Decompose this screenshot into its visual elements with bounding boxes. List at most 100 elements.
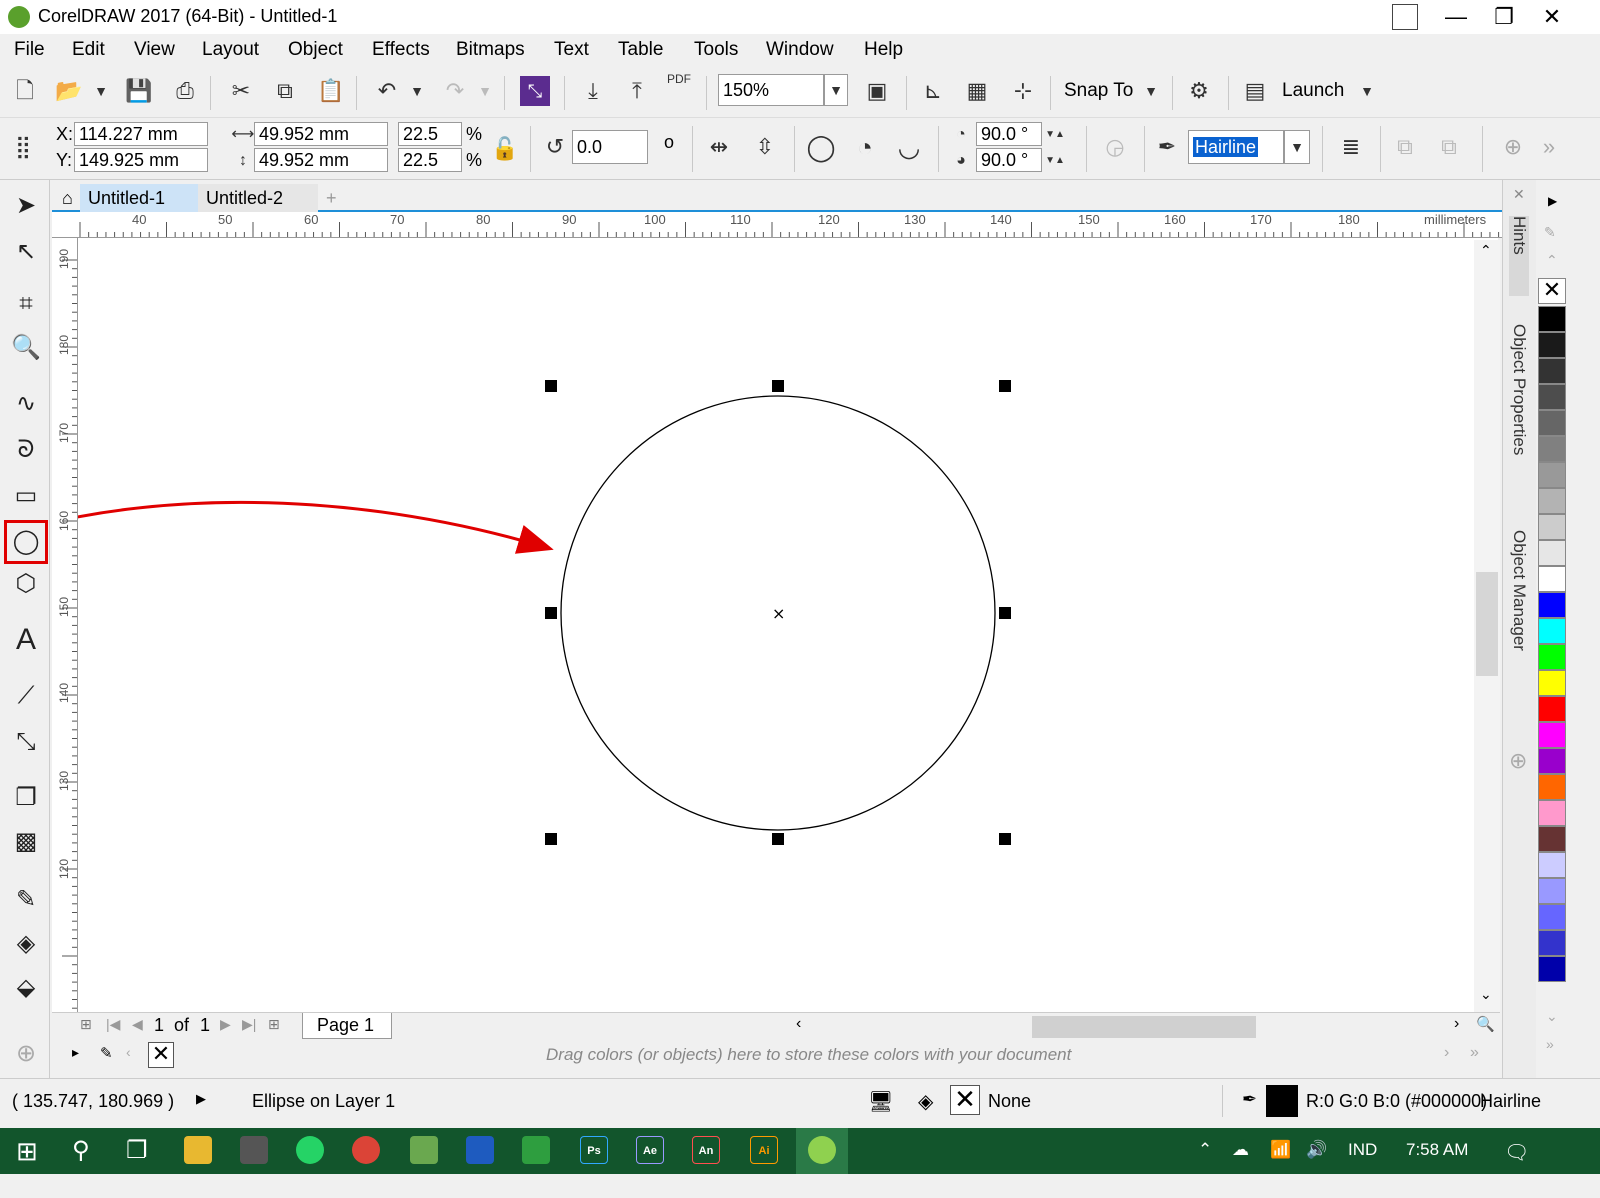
palette-scroll-left-icon[interactable]: ‹	[126, 1044, 131, 1060]
coreldraw-taskbar-icon[interactable]	[410, 1136, 438, 1164]
photoshop-icon[interactable]: Ps	[580, 1136, 608, 1164]
outline-color-swatch[interactable]	[1266, 1085, 1298, 1117]
color-swatch[interactable]	[1538, 826, 1566, 852]
volume-icon[interactable]: 🔊	[1306, 1140, 1327, 1160]
tab-untitled-2[interactable]: Untitled-2	[198, 184, 318, 212]
width-field[interactable]: 49.952 mm	[254, 122, 388, 146]
status-expand-icon[interactable]: ▶	[196, 1091, 206, 1107]
scale-height-field[interactable]: 22.5	[398, 148, 462, 172]
save-icon[interactable]: 💾	[124, 76, 154, 106]
scrollbar-thumb[interactable]	[1476, 572, 1498, 676]
more-chevron-icon[interactable]: »	[1534, 132, 1564, 162]
menu-text[interactable]: Text	[554, 39, 589, 61]
launch-app-icon[interactable]: ▤	[1240, 76, 1270, 106]
horizontal-scrollbar-thumb[interactable]	[1032, 1016, 1256, 1038]
selection-handle[interactable]	[999, 607, 1011, 619]
restore-button[interactable]: ❐	[1480, 2, 1528, 32]
mirror-vertical-icon[interactable]: ⇳	[750, 132, 780, 162]
menu-file[interactable]: File	[14, 39, 45, 61]
artistic-media-tool-icon[interactable]: ᘐ	[8, 432, 44, 468]
selection-handle[interactable]	[772, 380, 784, 392]
palette-scroll-right-icon[interactable]: ›	[1444, 1044, 1449, 1062]
color-swatch[interactable]	[1538, 332, 1566, 358]
snap-to-dropdown[interactable]: Snap To	[1064, 80, 1133, 102]
publish-pdf-icon[interactable]: PDF	[664, 72, 694, 102]
add-icon[interactable]: ⊕	[1498, 132, 1528, 162]
color-swatch[interactable]	[1538, 852, 1566, 878]
palette-eyedropper-icon[interactable]: ✎	[1544, 224, 1556, 241]
last-page-icon[interactable]: ▶|	[242, 1016, 256, 1033]
freehand-tool-icon[interactable]: ∿	[8, 386, 44, 422]
docker-tab-hints[interactable]: Hints	[1509, 216, 1529, 296]
menu-effects[interactable]: Effects	[372, 39, 430, 61]
menu-tools[interactable]: Tools	[694, 39, 738, 61]
no-fill-swatch[interactable]: ✕	[1538, 278, 1566, 304]
tray-overflow-icon[interactable]: ⌃	[1198, 1140, 1212, 1160]
color-swatch[interactable]	[1538, 696, 1566, 722]
scroll-down-icon[interactable]: ⌄	[1480, 986, 1492, 1003]
color-swatch[interactable]	[1538, 904, 1566, 930]
color-swatch[interactable]	[1538, 592, 1566, 618]
options-gear-icon[interactable]: ⚙	[1184, 76, 1214, 106]
language-indicator[interactable]: IND	[1348, 1140, 1377, 1160]
vertical-scrollbar[interactable]: ⌃ ⌄	[1474, 240, 1500, 1012]
tab-untitled-1[interactable]: Untitled-1	[80, 184, 200, 212]
text-tool-icon[interactable]: A	[8, 622, 44, 658]
clock[interactable]: 7:58 AM	[1406, 1140, 1468, 1160]
new-tab-icon[interactable]: +	[318, 184, 345, 212]
palette-scroll-up-icon[interactable]: ⌃	[1546, 252, 1558, 269]
menu-object[interactable]: Object	[288, 39, 343, 61]
task-view-icon[interactable]: ❐	[126, 1136, 148, 1165]
connector-tool-icon[interactable]: ⤡	[8, 724, 44, 760]
launch-dropdown[interactable]: Launch	[1282, 80, 1344, 102]
palette-scroll-down-icon[interactable]: ⌄	[1546, 1008, 1558, 1025]
y-position-field[interactable]: 149.925 mm	[74, 148, 208, 172]
docker-tab-object-manager[interactable]: Object Manager	[1509, 530, 1529, 710]
after-effects-icon[interactable]: Ae	[636, 1136, 664, 1164]
x-position-field[interactable]: 114.227 mm	[74, 122, 208, 146]
add-page-after-icon[interactable]: ⊞	[268, 1016, 280, 1033]
selection-handle[interactable]	[545, 607, 557, 619]
full-screen-preview-icon[interactable]: ▣	[862, 76, 892, 106]
eyedropper-tool-icon[interactable]: ✎	[8, 882, 44, 918]
drawing-canvas[interactable]: ×	[78, 238, 1498, 1012]
transparency-tool-icon[interactable]: ▩	[8, 824, 44, 860]
docker-close-icon[interactable]: ✕	[1513, 186, 1525, 203]
undo-icon[interactable]: ↶	[372, 76, 402, 106]
color-swatch[interactable]	[1538, 306, 1566, 332]
animate-icon[interactable]: An	[692, 1136, 720, 1164]
menu-help[interactable]: Help	[864, 39, 903, 61]
color-swatch[interactable]	[1538, 670, 1566, 696]
whatsapp-icon[interactable]	[296, 1136, 324, 1164]
palette-expand-icon[interactable]: »	[1470, 1044, 1479, 1062]
docker-tab-object-properties[interactable]: Object Properties	[1509, 324, 1529, 504]
outline-width-field[interactable]: Hairline	[1188, 130, 1284, 164]
store-icon[interactable]	[240, 1136, 268, 1164]
close-button[interactable]: ✕	[1528, 2, 1576, 32]
new-document-icon[interactable]: 🗋	[10, 76, 40, 106]
color-swatch[interactable]	[1538, 462, 1566, 488]
polygon-tool-icon[interactable]: ⬡	[8, 566, 44, 602]
scroll-up-icon[interactable]: ⌃	[1480, 242, 1492, 259]
crop-tool-icon[interactable]: ⌗	[8, 286, 44, 322]
first-page-icon[interactable]: |◀	[106, 1016, 120, 1033]
rotation-angle-field[interactable]: 0.0	[572, 130, 648, 164]
search-icon[interactable]: ⚲	[72, 1136, 90, 1165]
selection-handle[interactable]	[545, 380, 557, 392]
color-swatch[interactable]	[1538, 358, 1566, 384]
menu-edit[interactable]: Edit	[72, 39, 105, 61]
home-icon[interactable]: ⌂	[54, 184, 82, 212]
color-swatch[interactable]	[1538, 488, 1566, 514]
print-icon[interactable]: ⎙	[170, 76, 200, 106]
notifications-icon[interactable]: 🗨	[1504, 1140, 1529, 1165]
color-swatch[interactable]	[1538, 722, 1566, 748]
show-guidelines-icon[interactable]: ⊹	[1008, 76, 1038, 106]
open-icon[interactable]: 📂	[54, 76, 84, 106]
scale-width-field[interactable]: 22.5	[398, 122, 462, 146]
start-angle-field[interactable]: 90.0 °	[976, 122, 1042, 146]
arc-mode-icon[interactable]: ◡	[894, 132, 924, 162]
zoom-navigator-icon[interactable]: 🔍	[1476, 1015, 1495, 1033]
zoom-dropdown-chevron-icon[interactable]: ▼	[824, 74, 848, 106]
selection-handle[interactable]	[545, 833, 557, 845]
text-wrap-icon[interactable]: ≣	[1336, 132, 1366, 162]
